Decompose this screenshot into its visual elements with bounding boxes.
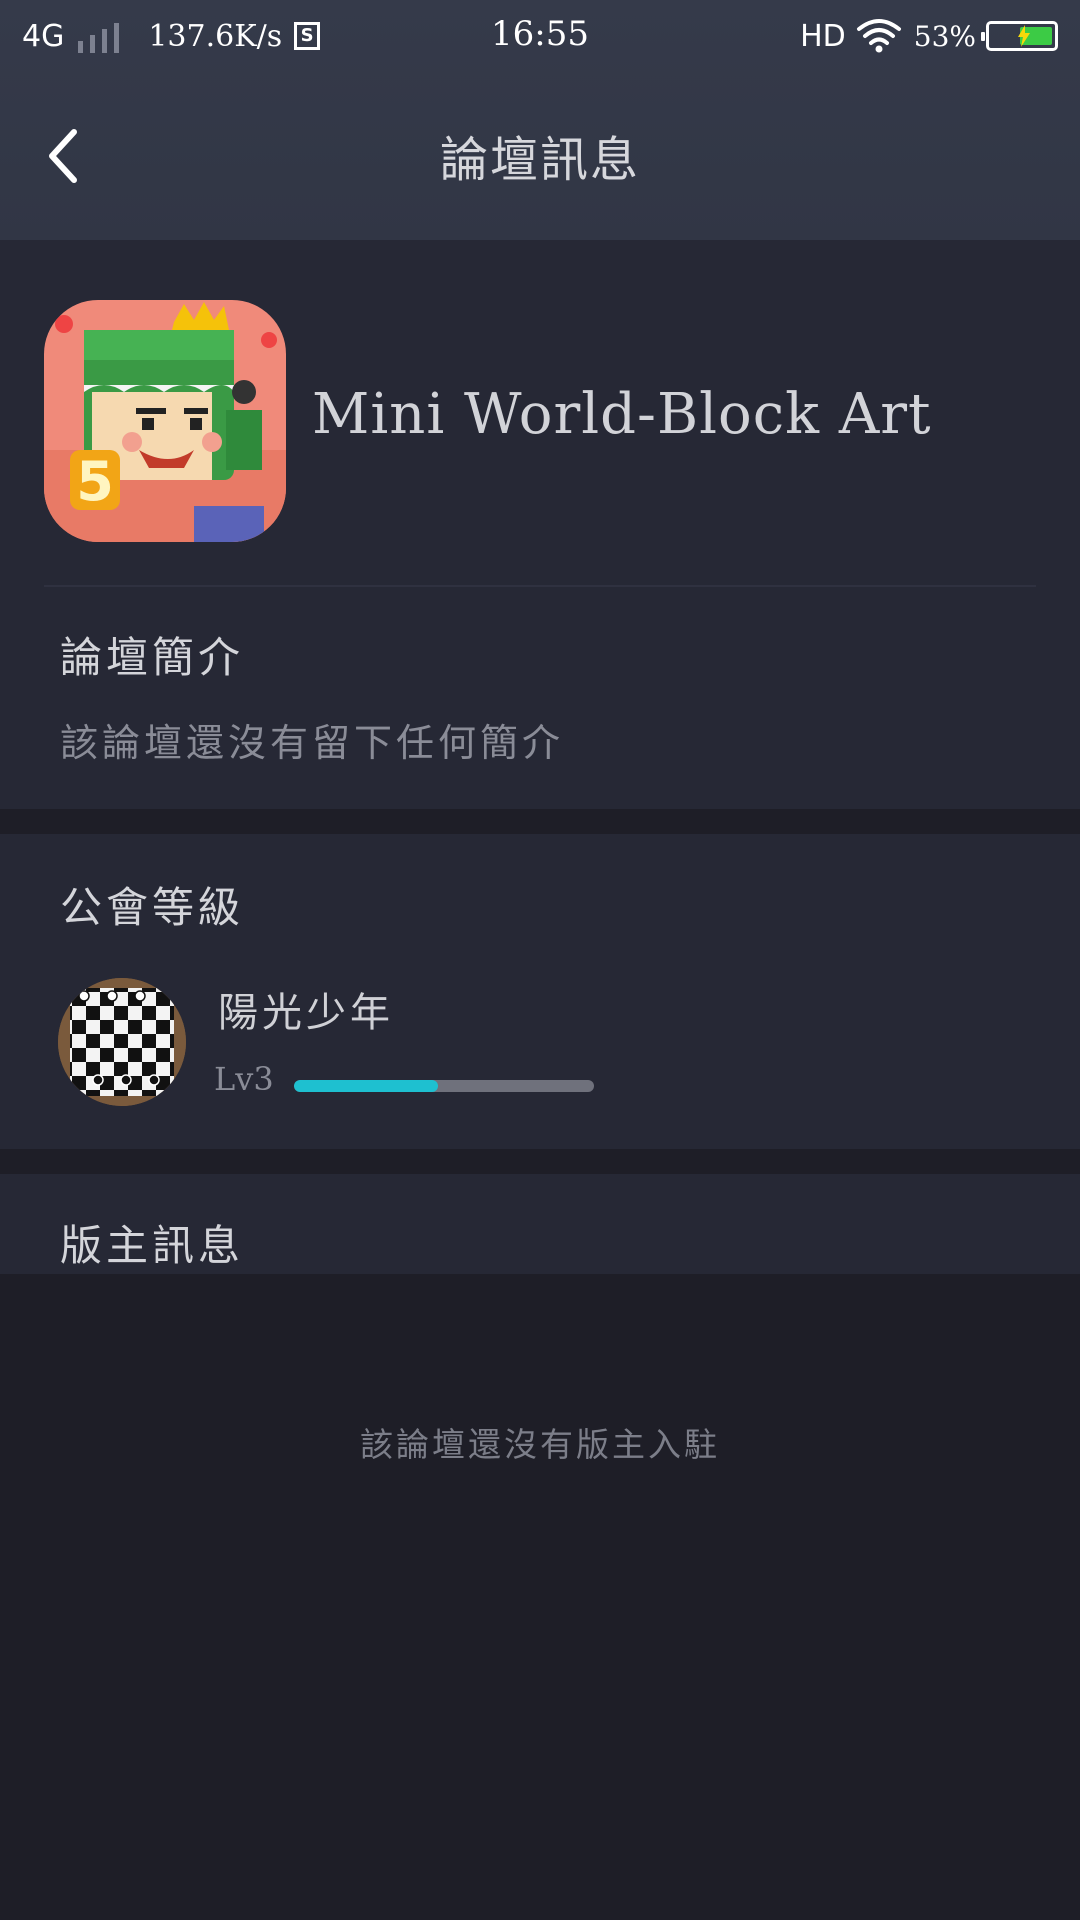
moderator-title: 版主訊息 xyxy=(60,1221,245,1270)
level-progress-bar xyxy=(294,1080,594,1092)
intro-title: 論壇簡介 xyxy=(60,633,245,682)
page-title: 論壇訊息 xyxy=(439,132,640,188)
empty-moderator-text: 該論壇還沒有版主入駐 xyxy=(360,1425,720,1464)
svg-text:5: 5 xyxy=(76,450,114,513)
guild-title: 公會等級 xyxy=(60,883,245,932)
app-name: Mini World-Block Art xyxy=(312,382,932,447)
divider xyxy=(44,585,1036,587)
forum-info-card: 5 Mini World-Block Art 論壇簡介 該論壇還沒有留下任何簡介 xyxy=(0,240,1080,809)
status-bar: 4G 137.6K/s S 16:55 HD 53% xyxy=(0,0,1080,72)
level-progress-fill xyxy=(294,1080,438,1092)
app-header: 4G 137.6K/s S 16:55 HD 53% 論壇訊息 xyxy=(0,0,1080,240)
app-icon[interactable]: 5 xyxy=(44,300,286,542)
guild-name: 陽光少年 xyxy=(218,990,394,1036)
guild-level-card: 公會等級 陽光少年 Lv3 xyxy=(0,834,1080,1149)
wifi-icon xyxy=(856,19,901,53)
battery-percent: 53% xyxy=(913,19,976,53)
moderator-card: 版主訊息 xyxy=(0,1174,1080,1274)
level-label: Lv3 xyxy=(214,1060,274,1098)
guild-avatar[interactable] xyxy=(58,978,186,1106)
intro-text: 該論壇還沒有留下任何簡介 xyxy=(60,721,565,765)
charging-icon xyxy=(1018,25,1030,47)
hd-indicator: HD xyxy=(800,18,846,54)
battery-icon xyxy=(981,21,1058,51)
